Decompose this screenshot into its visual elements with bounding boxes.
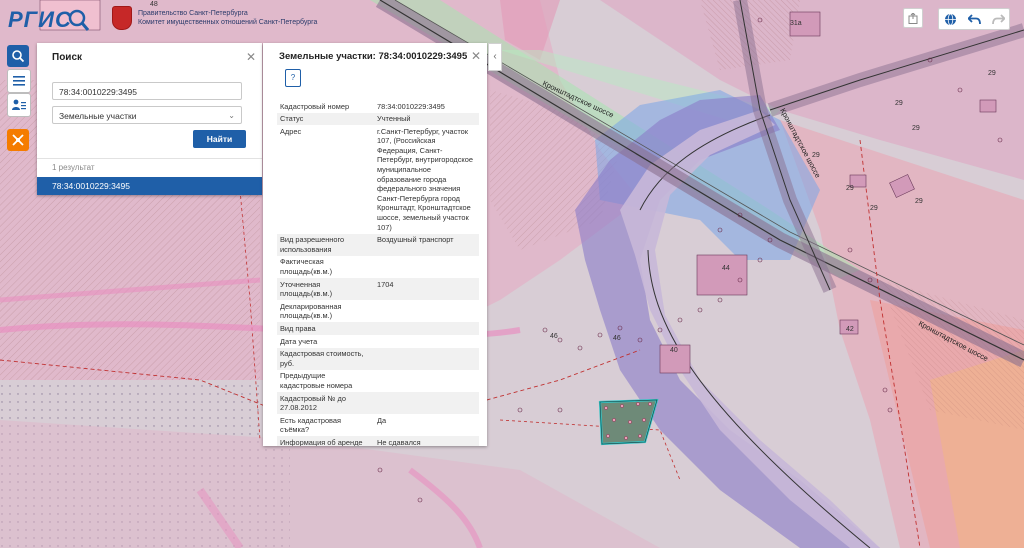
user-list-button[interactable] (7, 93, 31, 117)
attr-key: Вид права (277, 322, 374, 336)
attr-key: Вид разрешенного использования (277, 233, 374, 256)
table-row: Дата учета (277, 335, 479, 348)
parcel-label: 29 (915, 198, 923, 205)
attr-value (374, 300, 479, 322)
table-row: Есть кадастровая съёмка? Да (277, 414, 479, 436)
search-icon (12, 50, 25, 63)
attr-value: Воздушный транспорт (374, 233, 479, 256)
search-panel: Поиск ✕ 78:34:0010229:3495 Земельные уча… (37, 43, 262, 195)
table-row: Уточненная площадь(кв.м.) 1704 (277, 278, 479, 301)
attr-key: Информация об аренде (277, 436, 374, 446)
attr-value: Учтенный (374, 112, 479, 126)
parcel-info-panel: Земельные участки: 78:34:0010229:3495 ✕ … (263, 43, 487, 446)
parcel-label: 40 (670, 347, 678, 354)
attr-key: Уточненная площадь(кв.м.) (277, 278, 374, 301)
user-list-icon (12, 99, 26, 110)
menu-icon (13, 76, 25, 86)
chevron-left-icon: ‹ (493, 51, 497, 62)
undo-icon (967, 13, 981, 24)
find-button[interactable]: Найти (193, 130, 246, 148)
close-search-button[interactable]: ✕ (246, 51, 256, 63)
government-header: Правительство Санкт-Петербурга Комитет и… (112, 6, 317, 30)
result-count: 1 результат (37, 158, 262, 176)
attr-key: Кадастровая стоимость, руб. (277, 347, 374, 370)
attr-key: Предыдущие кадастровые номера (280, 371, 353, 390)
spb-emblem-icon (112, 6, 132, 30)
info-panel-title: Земельные участки: 78:34:0010229:3495 (279, 51, 468, 62)
attr-key: Декларированная площадь(кв.м.) (280, 301, 342, 321)
attr-key: Фактическая площадь(кв.м.) (280, 257, 333, 276)
attr-key: Кадастровый № до 27.08.2012 (277, 392, 374, 415)
table-row: Кадастровый № до 27.08.2012 (277, 392, 479, 415)
table-row: Фактическая площадь(кв.м.) (277, 256, 479, 278)
table-row: Кадастровая стоимость, руб. (277, 347, 479, 370)
magnifier-logo-icon (68, 9, 90, 31)
close-icon: ✕ (246, 50, 257, 64)
table-row: Вид разрешенного использования Воздушный … (277, 233, 479, 256)
attr-value (374, 392, 479, 415)
close-icon: ✕ (471, 49, 482, 63)
table-row: Предыдущие кадастровые номера (277, 370, 479, 392)
parcel-label: 42 (846, 326, 854, 333)
attr-value: г.Санкт-Петербург, участок 107, (Российс… (377, 126, 473, 232)
table-row: Вид права (277, 322, 479, 336)
object-type-select[interactable]: Земельные участки ⌄ (52, 106, 242, 124)
attr-value (374, 256, 479, 278)
table-row: Информация об аренде Не сдавался (277, 436, 479, 446)
search-tool-button[interactable] (7, 45, 29, 67)
parcel-label: 46 (550, 333, 558, 340)
logo-text: РГИС (8, 7, 72, 32)
table-row: Адрес г.Санкт-Петербург, участок 107, (Ро… (277, 125, 479, 234)
redo-icon (991, 13, 1005, 24)
attr-key: Статус (277, 112, 374, 126)
parcel-label: 31а (790, 20, 802, 27)
redo-button[interactable] (990, 11, 1006, 27)
attr-value: Да (377, 415, 387, 425)
help-document-icon[interactable]: ? (285, 69, 301, 87)
layers-menu-button[interactable] (7, 69, 31, 93)
gov-line-2: Комитет имущественных отношений Санкт-Пе… (138, 19, 318, 26)
undo-button[interactable] (966, 11, 982, 27)
search-result-item[interactable]: 78:34:0010229:3495 (37, 177, 262, 195)
parcel-label: 29 (912, 125, 920, 132)
tools-icon (12, 134, 24, 146)
table-row: Статус Учтенный (277, 112, 479, 126)
attr-value (374, 347, 479, 370)
attr-value: Не сдавался (374, 436, 479, 446)
attr-key: Есть кадастровая съёмка? (280, 415, 342, 435)
parcel-label: 29 (846, 185, 854, 192)
close-info-button[interactable]: ✕ (471, 50, 481, 62)
parcel-label: 44 (722, 265, 730, 272)
parcel-label: 46 (613, 335, 621, 342)
table-row: Кадастровый номер 78:34:0010229:3495 (277, 100, 479, 113)
table-row: Декларированная площадь(кв.м.) (277, 300, 479, 322)
attr-value (374, 370, 479, 392)
attr-value (374, 322, 479, 336)
tools-button[interactable] (7, 129, 29, 151)
globe-icon (944, 13, 956, 25)
parcel-attributes-table: Кадастровый номер 78:34:0010229:3495 Стат… (277, 100, 479, 446)
search-input[interactable]: 78:34:0010229:3495 (52, 82, 242, 100)
gov-line-1: Правительство Санкт-Петербурга (138, 10, 248, 17)
object-type-selected: Земельные участки (59, 111, 137, 121)
globe-button[interactable] (942, 11, 958, 27)
attr-value: 1704 (374, 278, 479, 301)
chevron-down-icon: ⌄ (228, 111, 235, 120)
export-icon (908, 12, 918, 24)
collapse-panel-button[interactable]: ‹ (488, 43, 502, 71)
parcel-label: 29 (870, 205, 878, 212)
parcel-label: 29 (812, 152, 820, 159)
attr-value: 78:34:0010229:3495 (377, 101, 445, 111)
attr-key: Кадастровый номер (280, 101, 350, 111)
rgis-logo[interactable]: РГИС (8, 4, 90, 36)
attr-value (374, 335, 479, 348)
export-button[interactable] (903, 8, 923, 28)
map-controls-group (938, 8, 1010, 30)
attr-key: Адрес (280, 126, 302, 136)
search-panel-title: Поиск (52, 52, 83, 63)
parcel-label: 29 (988, 70, 996, 77)
parcel-label: 29 (895, 100, 903, 107)
attr-key: Дата учета (280, 336, 318, 346)
